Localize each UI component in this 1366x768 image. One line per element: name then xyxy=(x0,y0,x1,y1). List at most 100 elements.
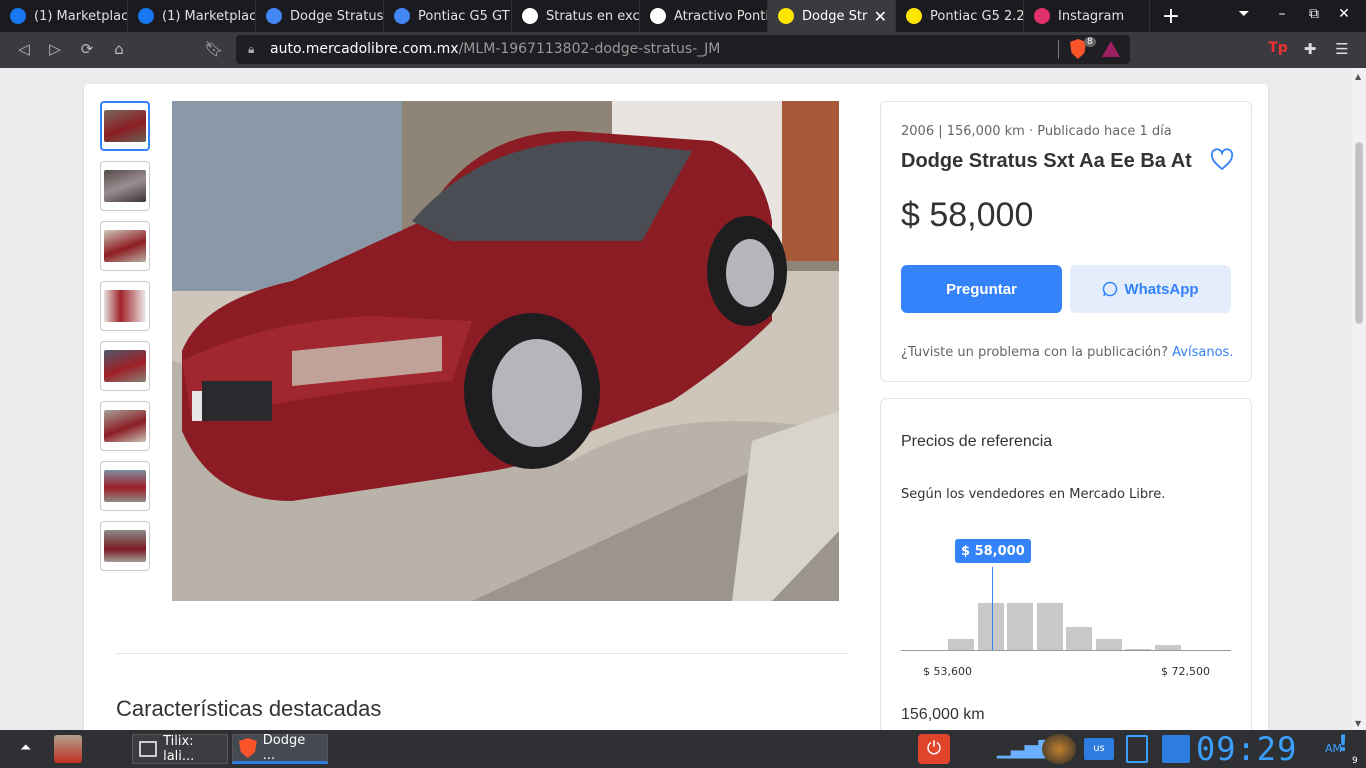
tab-2[interactable]: (1) Marketplace xyxy=(128,0,256,32)
histogram-bar xyxy=(1036,603,1063,651)
volume-knob-icon[interactable] xyxy=(1042,734,1076,764)
histogram-axis xyxy=(901,650,1231,651)
tab-6[interactable]: Atractivo Pontiac xyxy=(640,0,768,32)
main-car-photo[interactable] xyxy=(172,101,839,601)
google-icon xyxy=(650,8,666,24)
tab-9[interactable]: Instagram xyxy=(1024,0,1150,32)
listing-container: Características destacadas 2006 | 156,00… xyxy=(84,84,1268,730)
keyboard-layout-indicator[interactable]: us xyxy=(1084,738,1114,760)
scroll-down-icon[interactable]: ▼ xyxy=(1355,719,1361,728)
tab-list-dropdown-icon[interactable]: ⏷ xyxy=(1234,6,1254,22)
thumbnail-8[interactable] xyxy=(100,521,150,571)
facebook-icon xyxy=(138,8,154,24)
notification-icon[interactable]: ! xyxy=(1338,732,1348,757)
price-marker-line xyxy=(992,567,993,650)
mercadolibre-icon xyxy=(778,8,794,24)
taskbar-up-arrow-icon[interactable]: ⏶ xyxy=(20,740,31,756)
chart-icon xyxy=(394,8,410,24)
terminal-icon xyxy=(139,741,158,757)
whatsapp-icon xyxy=(1103,281,1118,297)
chart-icon xyxy=(266,8,282,24)
browser-tab-bar: (1) Marketplace (1) Marketplace Dodge Stra… xyxy=(0,0,1366,32)
listing-price: $ 58,000 xyxy=(901,196,1034,234)
thumbnail-3[interactable] xyxy=(100,221,150,271)
extensions-puzzle-icon[interactable]: ✚ xyxy=(1300,40,1320,58)
taskbar-clock[interactable]: 09:29 xyxy=(1196,730,1297,768)
forward-button[interactable]: ▷ xyxy=(45,40,65,58)
taskbar-item-browser[interactable]: Dodge ... xyxy=(232,733,328,764)
reload-button[interactable]: ⟳ xyxy=(77,40,97,58)
price-marker-label: $ 58,000 xyxy=(955,539,1031,563)
tab-label: Pontiac G5 GT xyxy=(418,8,510,24)
taskbar-item-label: Dodge ... xyxy=(262,733,306,763)
extension-tp-icon[interactable]: Tp xyxy=(1268,40,1288,56)
scrollbar-thumb[interactable] xyxy=(1355,142,1363,324)
buy-box: 2006 | 156,000 km · Publicado hace 1 día… xyxy=(880,101,1252,382)
brave-rewards-icon[interactable] xyxy=(1102,41,1120,57)
url-separator xyxy=(1058,40,1059,59)
histogram-bar xyxy=(1066,627,1092,651)
brave-shields-count: 8 xyxy=(1084,37,1096,47)
tab-4[interactable]: Pontiac G5 GT xyxy=(384,0,512,32)
histogram-min-label: $ 53,600 xyxy=(923,665,972,678)
tab-label: Pontiac G5 2.2 xyxy=(930,8,1023,24)
clipboard-icon[interactable] xyxy=(1126,735,1148,763)
minimize-window-button[interactable]: – xyxy=(1272,6,1292,22)
favorite-heart-icon[interactable] xyxy=(1210,148,1234,172)
listing-meta: 2006 | 156,000 km · Publicado hace 1 día xyxy=(901,124,1172,139)
app-launcher-icon[interactable] xyxy=(54,735,82,763)
browser-toolbar: ◁ ▷ ⟳ ⌂ 🔖︎ 🔒︎ auto.mercadolibre.com.mx/M… xyxy=(0,32,1366,68)
tab-7[interactable]: Dodge Stratus ✕ xyxy=(768,0,896,32)
system-taskbar: ⏶ Tilix: lali... Dodge ... ⏻ ▁▃▅▇ us 09:… xyxy=(0,730,1366,768)
thumbnail-4[interactable] xyxy=(100,281,150,331)
menu-icon[interactable]: ☰ xyxy=(1332,40,1352,58)
car-illustration xyxy=(172,101,839,601)
web-page: Características destacadas 2006 | 156,00… xyxy=(0,68,1352,730)
histogram-max-label: $ 72,500 xyxy=(1161,665,1210,678)
close-window-button[interactable]: ✕ xyxy=(1334,6,1354,22)
ask-question-button[interactable]: Preguntar xyxy=(901,265,1062,313)
thumbnail-1[interactable] xyxy=(100,101,150,151)
reference-subtitle: Según los vendedores en Mercado Libre. xyxy=(901,487,1166,502)
histogram-bar xyxy=(1007,603,1033,651)
tab-1[interactable]: (1) Marketplace xyxy=(0,0,128,32)
home-button[interactable]: ⌂ xyxy=(109,40,129,58)
address-bar[interactable]: 🔒︎ auto.mercadolibre.com.mx/MLM-19671138… xyxy=(236,35,1130,64)
power-icon[interactable]: ⏻ xyxy=(918,734,950,764)
price-histogram: $ 58,000 xyxy=(901,539,1231,651)
maximize-window-button[interactable]: ⧉ xyxy=(1304,6,1324,22)
lock-icon: 🔒︎ xyxy=(248,42,255,56)
notification-count: 9 xyxy=(1352,756,1358,766)
facebook-icon xyxy=(10,8,26,24)
taskbar-item-tilix[interactable]: Tilix: lali... xyxy=(132,734,228,764)
tab-label: Instagram xyxy=(1058,8,1125,24)
close-tab-icon[interactable]: ✕ xyxy=(874,7,887,26)
scroll-up-icon[interactable]: ▲ xyxy=(1355,72,1361,81)
tab-label: (1) Marketplace xyxy=(34,8,127,24)
whatsapp-button[interactable]: WhatsApp xyxy=(1070,265,1231,313)
report-link[interactable]: Avísanos. xyxy=(1172,345,1233,360)
google-icon xyxy=(522,8,538,24)
back-button[interactable]: ◁ xyxy=(14,40,34,58)
tab-label: Dodge Stratus xyxy=(290,8,383,24)
thumbnail-2[interactable] xyxy=(100,161,150,211)
url-text: auto.mercadolibre.com.mx/MLM-1967113802-… xyxy=(270,41,721,57)
thumbnail-5[interactable] xyxy=(100,341,150,391)
new-tab-button[interactable]: + xyxy=(1160,4,1182,29)
tab-label: Stratus en excelente xyxy=(546,8,639,24)
listing-title: Dodge Stratus Sxt Aa Ee Ba At xyxy=(901,150,1192,172)
section-divider xyxy=(116,653,848,654)
files-icon[interactable] xyxy=(1162,735,1190,763)
whatsapp-label: WhatsApp xyxy=(1124,280,1199,298)
thumbnail-6[interactable] xyxy=(100,401,150,451)
instagram-icon xyxy=(1034,8,1050,24)
tab-5[interactable]: Stratus en excelente xyxy=(512,0,640,32)
thumbnail-7[interactable] xyxy=(100,461,150,511)
bookmark-icon[interactable]: 🔖︎ xyxy=(204,40,224,58)
tab-3[interactable]: Dodge Stratus xyxy=(256,0,384,32)
reference-km: 156,000 km xyxy=(901,706,985,723)
histogram-bar xyxy=(977,603,1004,651)
tab-8[interactable]: Pontiac G5 2.2 xyxy=(896,0,1024,32)
page-scrollbar[interactable]: ▲ ▼ xyxy=(1352,68,1366,730)
mercadolibre-icon xyxy=(906,8,922,24)
